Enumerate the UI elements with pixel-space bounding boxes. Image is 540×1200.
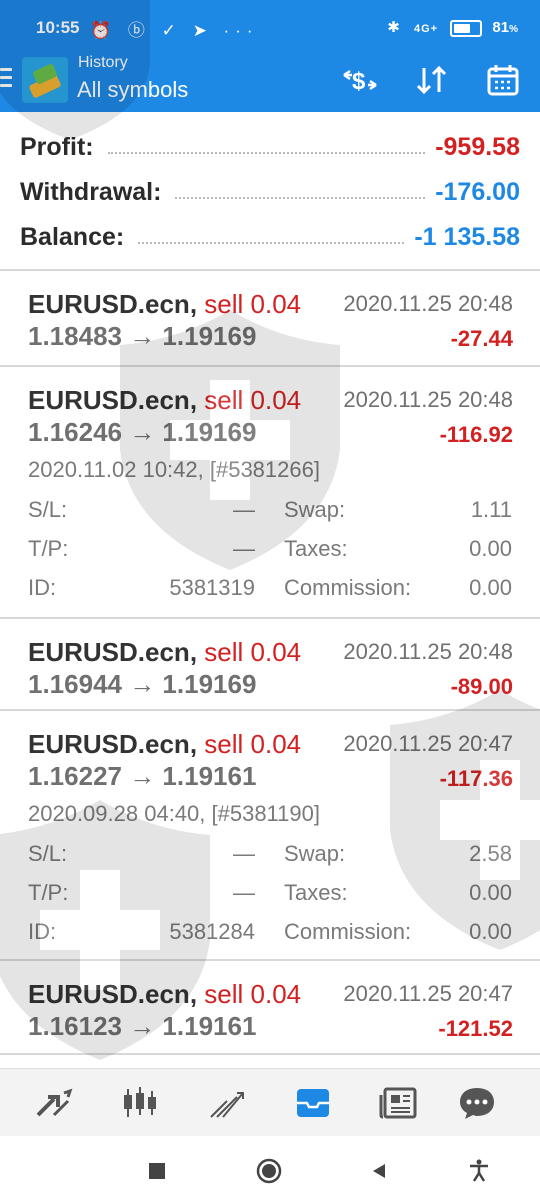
trade-side: sell 0.04 [204,289,302,319]
trade-date: 2020.11.25 20:48 [343,387,513,412]
trade-row-expanded[interactable]: EURUSD.ecn, sell 0.04 1.16246 → 1.19169 … [0,367,540,619]
trade-symbol: EURUSD.ecn, [28,979,198,1009]
trade-date: 2020.11.25 20:47 [343,731,513,756]
id-label: ID: [28,575,57,600]
trade-date: 2020.11.25 20:48 [343,291,513,316]
taxes-value: 0.00 [469,536,512,561]
sl-label: S/L: [28,841,68,866]
app-logo[interactable] [22,57,68,103]
chat-icon[interactable] [455,1081,499,1125]
currency-exchange-icon[interactable]: $ [338,60,382,100]
withdrawal-label: Withdrawal: [20,177,162,206]
trade-side: sell 0.04 [204,637,302,667]
status-bar: 10:55 ⏰ ⓑ ✓ ➤ ··· ✱ 4G+ 81% [0,0,540,50]
trade-icon[interactable] [205,1081,249,1125]
chart-icon[interactable] [118,1081,162,1125]
trade-side: sell 0.04 [204,729,302,759]
sl-label: S/L: [28,497,68,522]
back-icon[interactable] [364,1156,394,1186]
trade-side: sell 0.04 [204,979,302,1009]
page-title: History [78,54,128,71]
trade-symbol: EURUSD.ecn, [28,637,198,667]
trade-prices: 1.16227 → 1.19161 [28,761,257,791]
profit-value: -959.58 [435,132,520,161]
symbol-filter[interactable]: All symbols [77,77,188,103]
trade-side: sell 0.04 [204,385,302,415]
tp-label: T/P: [28,880,69,905]
trade-row[interactable]: EURUSD.ecn, sell 0.04 1.16944 → 1.19169 … [0,619,540,711]
battery-percent: 81 [492,19,510,36]
quotes-icon[interactable] [32,1081,76,1125]
tp-label: T/P: [28,536,69,561]
trade-prices: 1.16944 → 1.19169 [28,669,257,699]
swap-label: Swap: [284,841,346,866]
history-icon[interactable] [291,1081,335,1125]
balance-row: Balance: -1 135.58 [20,220,520,254]
commission-value: 0.00 [469,575,512,600]
trade-profit: -116.92 [439,422,513,447]
withdrawal-row: Withdrawal: -176.00 [20,175,520,209]
sort-icon[interactable] [410,60,454,100]
commission-value: 0.00 [469,919,512,944]
news-icon[interactable] [377,1081,421,1125]
sl-value: — [233,497,255,522]
trade-profit: -27.44 [450,326,513,351]
notification-icons: ⏰ ⓑ ✓ ➤ ··· [90,21,259,40]
balance-label: Balance: [20,222,125,251]
sl-value: — [233,841,255,866]
trade-row-expanded[interactable]: EURUSD.ecn, sell 0.04 1.16227 → 1.19161 … [0,711,540,961]
swap-label: Swap: [284,497,346,522]
status-time: 10:55 [36,18,80,37]
accessibility-icon[interactable] [464,1156,494,1186]
id-value: 5381319 [169,575,255,600]
trade-symbol: EURUSD.ecn, [28,385,198,415]
id-value: 5381284 [169,919,255,944]
svg-text:$: $ [352,68,366,95]
signal-icon: 4G+ [413,23,439,35]
withdrawal-value: -176.00 [435,177,520,206]
calendar-icon[interactable] [481,60,525,100]
status-right: ✱ 4G+ 81% [387,19,518,37]
battery-icon [450,19,483,37]
trade-prices: 1.16246 → 1.19169 [28,417,257,447]
trade-prices: 1.18483 → 1.19169 [28,321,257,351]
taxes-label: Taxes: [284,880,348,905]
trade-date: 2020.11.25 20:47 [343,981,513,1006]
trade-symbol: EURUSD.ecn, [28,729,198,759]
recents-icon[interactable] [142,1156,172,1186]
balance-value: -1 135.58 [414,222,520,251]
profit-label: Profit: [20,132,94,161]
trade-open-info: 2020.11.02 10:42, [#5381266] [28,457,320,482]
trade-profit: -89.00 [450,674,513,699]
trade-date: 2020.11.25 20:48 [343,639,513,664]
swap-value: 2.58 [469,841,512,866]
id-label: ID: [28,919,57,944]
account-summary: Profit: -959.58 Withdrawal: -176.00 Bala… [0,112,540,271]
app-bar: History All symbols $ [0,50,540,112]
trade-prices: 1.16123 → 1.19161 [28,1011,257,1041]
tp-value: — [233,536,255,561]
trade-profit: -117.36 [439,766,513,791]
trade-symbol: EURUSD.ecn, [28,289,198,319]
trade-open-info: 2020.09.28 04:40, [#5381190] [28,801,320,826]
commission-label: Commission: [284,919,412,944]
commission-label: Commission: [284,575,412,600]
home-icon[interactable] [254,1156,284,1186]
swap-value: 1.11 [470,497,512,522]
profit-row: Profit: -959.58 [20,130,520,164]
trade-row[interactable]: EURUSD.ecn, sell 0.04 1.16123 → 1.19161 … [0,961,540,1055]
tp-value: — [233,880,255,905]
trade-profit: -121.52 [438,1016,513,1041]
trade-row[interactable]: EURUSD.ecn, sell 0.04 1.18483 → 1.19169 … [0,271,540,367]
taxes-label: Taxes: [284,536,348,561]
taxes-value: 0.00 [469,880,512,905]
bottom-tab-bar [0,1068,540,1137]
system-nav-bar [0,1136,540,1200]
menu-icon[interactable] [0,68,12,92]
bluetooth-icon: ✱ [387,19,400,36]
